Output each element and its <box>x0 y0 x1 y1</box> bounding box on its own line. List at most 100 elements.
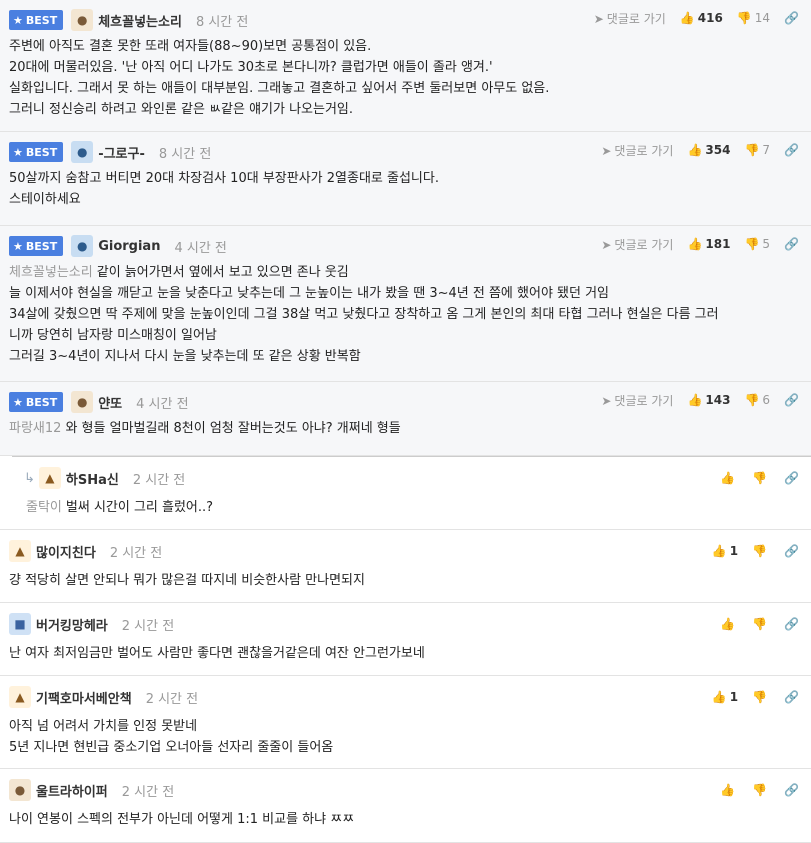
timestamp: 4 시간 전 <box>136 396 189 412</box>
best-badge: ★ BEST <box>9 142 64 162</box>
comment-body: 나이 연봉이 스펙의 전부가 아닌데 어떻게 1:1 비교를 하냐 ㅉㅉ <box>9 812 355 827</box>
link-icon[interactable]: 🔗 <box>784 237 799 251</box>
nickname[interactable]: 하SHa신 <box>66 469 119 488</box>
star-icon: ★ <box>13 13 23 27</box>
send-arrow-icon: ➤ <box>593 11 604 26</box>
timestamp: 2 시간 전 <box>121 618 175 634</box>
best-comment: ★ BEST ● 체흐꼴넣는소리 8 시간 전 ➤ 댓글로 가기 👍 416 👎 14 … <box>0 0 811 132</box>
dislike-button[interactable]: 👎 <box>752 617 770 631</box>
avatar[interactable]: ▲ <box>38 467 61 489</box>
avatar[interactable]: ● <box>9 779 31 801</box>
like-button[interactable]: 👍 1 <box>712 690 738 704</box>
goto-reply-link[interactable]: ➤ 댓글로 가기 <box>594 10 666 27</box>
reply-arrow-icon: ↳ <box>24 470 35 486</box>
thumbs-up-icon: 👍 <box>687 143 703 157</box>
dislike-button[interactable]: 👎 <box>752 783 770 797</box>
like-button[interactable]: 👍 <box>720 783 738 797</box>
star-icon: ★ <box>13 395 23 409</box>
avatar[interactable]: ▲ <box>9 540 31 562</box>
dislike-button[interactable]: 👎 <box>752 544 770 558</box>
nickname[interactable]: 기팩호마서베안책 <box>36 688 132 707</box>
thumbs-down-icon: 👎 <box>752 471 768 485</box>
like-button[interactable]: 👍 416 <box>680 11 723 25</box>
link-icon[interactable]: 🔗 <box>784 544 799 558</box>
best-comment: ★ BEST ● Giorgian 4 시간 전 ➤ 댓글로 가기 👍 181 👎 5 … <box>0 226 811 382</box>
thumbs-up-icon: 👍 <box>720 471 736 485</box>
nickname[interactable]: 버거킹망헤라 <box>36 615 108 634</box>
link-icon[interactable]: 🔗 <box>784 690 799 704</box>
best-comment: ★ BEST ● 얀또 4 시간 전 ➤ 댓글로 가기 👍 143 👎 6 🔗 파랑새1… <box>0 382 811 456</box>
timestamp: 8 시간 전 <box>158 146 212 162</box>
timestamp: 2 시간 전 <box>121 784 175 800</box>
dislike-button[interactable]: 👎 6 <box>744 393 770 407</box>
mention-link[interactable]: 줄탁이 <box>26 500 62 515</box>
dislike-button[interactable]: 👎 14 <box>737 11 770 25</box>
comment: ▲ 많이지친다 2 시간 전 👍 1 👎 🔗 걍 적당히 살면 안되나 뭐가 많은… <box>0 530 811 603</box>
dislike-button[interactable]: 👎 5 <box>744 237 770 251</box>
link-icon[interactable]: 🔗 <box>784 783 799 797</box>
link-icon[interactable]: 🔗 <box>784 143 799 157</box>
timestamp: 2 시간 전 <box>132 472 186 488</box>
timestamp: 8 시간 전 <box>195 14 249 30</box>
like-button[interactable]: 👍 1 <box>712 544 738 558</box>
comment: ▲ 기팩호마서베안책 2 시간 전 👍 1 👎 🔗 아직 넘 어려서 가치를 인정… <box>0 676 811 769</box>
link-icon[interactable]: 🔗 <box>784 393 799 407</box>
like-button[interactable]: 👍 181 <box>687 237 730 251</box>
dislike-button[interactable]: 👎 <box>752 690 770 704</box>
avatar[interactable]: ■ <box>9 613 31 635</box>
mention-link[interactable]: 파랑새12 <box>9 421 61 436</box>
thumbs-down-icon: 👎 <box>752 617 768 631</box>
best-badge: ★ BEST <box>9 10 64 30</box>
comment-body: 주변에 아직도 결혼 못한 또래 여자들(88~90)보면 공통점이 있음. 2… <box>9 39 550 117</box>
timestamp: 4 시간 전 <box>174 240 227 256</box>
thumbs-down-icon: 👎 <box>752 690 768 704</box>
thumbs-down-icon: 👎 <box>736 11 752 25</box>
comment-body: 줄탁이 벌써 시간이 그리 흘렀어..? <box>26 500 214 515</box>
comment-body: 아직 넘 어려서 가치를 인정 못받네 5년 지나면 현빈급 중소기업 오너아들… <box>9 719 334 755</box>
thumbs-up-icon: 👍 <box>720 617 736 631</box>
avatar[interactable]: ▲ <box>9 686 31 708</box>
send-arrow-icon: ➤ <box>601 143 612 158</box>
nickname[interactable]: Giorgian <box>98 239 160 254</box>
thumbs-up-icon: 👍 <box>720 783 736 797</box>
send-arrow-icon: ➤ <box>601 393 612 408</box>
nickname[interactable]: 많이지친다 <box>36 542 96 561</box>
avatar[interactable]: ● <box>71 235 94 257</box>
best-comment: ★ BEST ● -그로구- 8 시간 전 ➤ 댓글로 가기 👍 354 👎 7 🔗 5… <box>0 132 811 226</box>
like-button[interactable]: 👍 <box>720 471 738 485</box>
link-icon[interactable]: 🔗 <box>784 471 799 485</box>
dislike-button[interactable]: 👎 <box>752 471 770 485</box>
dislike-button[interactable]: 👎 7 <box>744 143 770 157</box>
thumbs-up-icon: 👍 <box>687 237 703 251</box>
comment-body: 체흐꼴넣는소리 같이 늙어가면서 옆에서 보고 있으면 존나 웃김 늘 이제서야 … <box>9 265 719 364</box>
timestamp: 2 시간 전 <box>145 691 199 707</box>
avatar[interactable]: ● <box>71 141 94 163</box>
reply-comment: ↳ ▲ 하SHa신 2 시간 전 👍 👎 🔗 줄탁이 벌써 시간이 그리 흘렀어.… <box>0 457 811 530</box>
comment-body: 파랑새12 와 형들 얼마벌길래 8천이 엄청 잘버는것도 아냐? 개쩌네 형들 <box>9 421 401 436</box>
like-button[interactable]: 👍 354 <box>687 143 730 157</box>
thumbs-down-icon: 👎 <box>752 783 768 797</box>
nickname[interactable]: 얀또 <box>98 393 122 412</box>
goto-reply-link[interactable]: ➤ 댓글로 가기 <box>601 392 673 409</box>
avatar[interactable]: ● <box>71 391 94 413</box>
thumbs-down-icon: 👎 <box>744 393 760 407</box>
timestamp: 2 시간 전 <box>109 545 163 561</box>
send-arrow-icon: ➤ <box>601 237 612 252</box>
link-icon[interactable]: 🔗 <box>784 617 799 631</box>
best-badge: ★ BEST <box>9 392 64 412</box>
mention-link[interactable]: 체흐꼴넣는소리 <box>9 265 93 280</box>
star-icon: ★ <box>13 145 23 159</box>
star-icon: ★ <box>13 239 23 253</box>
goto-reply-link[interactable]: ➤ 댓글로 가기 <box>601 142 673 159</box>
thumbs-up-icon: 👍 <box>679 11 695 25</box>
nickname[interactable]: 체흐꼴넣는소리 <box>98 11 182 30</box>
goto-reply-link[interactable]: ➤ 댓글로 가기 <box>601 236 673 253</box>
like-button[interactable]: 👍 143 <box>687 393 730 407</box>
thumbs-up-icon: 👍 <box>711 690 727 704</box>
link-icon[interactable]: 🔗 <box>784 11 799 25</box>
avatar[interactable]: ● <box>71 9 94 31</box>
nickname[interactable]: 울트라하이퍼 <box>36 781 108 800</box>
comment-body: 난 여자 최저임금만 벌어도 사람만 좋다면 괜찮을거같은데 여잔 안그런가보네 <box>9 646 425 661</box>
like-button[interactable]: 👍 <box>720 617 738 631</box>
nickname[interactable]: -그로구- <box>98 143 145 162</box>
